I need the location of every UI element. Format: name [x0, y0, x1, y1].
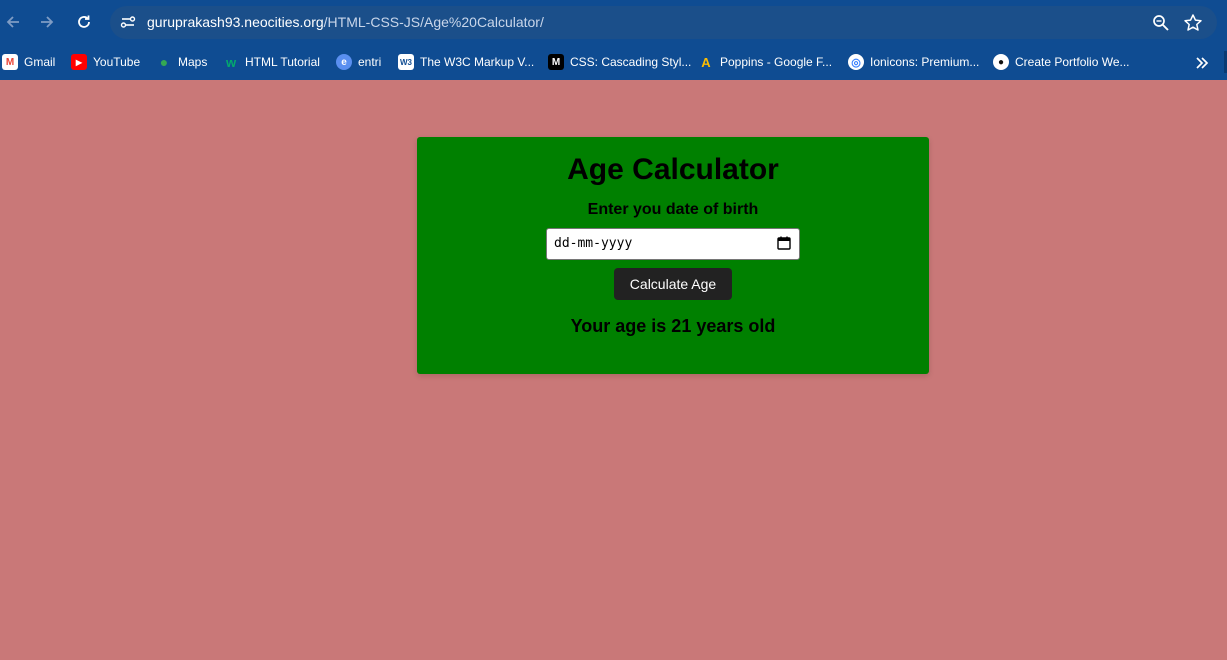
age-calculator-card: Age Calculator Enter you date of birth d…	[417, 137, 929, 374]
bookmark-portfolio[interactable]: ● Create Portfolio We...	[993, 53, 1130, 71]
age-result: Your age is 21 years old	[570, 316, 776, 336]
entri-icon: e	[336, 54, 352, 70]
address-bar[interactable]: guruprakash93.neocities.org/HTML-CSS-JS/…	[110, 6, 1217, 39]
bookmark-label: Gmail	[24, 55, 56, 69]
gmail-icon: M	[2, 54, 18, 70]
bookmark-poppins[interactable]: A Poppins - Google F...	[698, 53, 832, 71]
bookmarks-bar: M Gmail ▶ YouTube ● Maps w HTML Tutorial…	[0, 45, 1227, 80]
ionicons-icon: ◎	[848, 54, 864, 70]
bookmark-label: entri	[358, 55, 382, 69]
bookmark-entri[interactable]: e entri	[336, 53, 381, 71]
site-info-icon[interactable]	[118, 12, 138, 32]
forward-button[interactable]	[36, 11, 58, 33]
portfolio-icon: ●	[993, 54, 1009, 70]
google-fonts-icon: A	[701, 54, 711, 70]
bookmark-maps[interactable]: ● Maps	[156, 53, 208, 71]
w3schools-icon: w	[225, 54, 237, 70]
bookmark-label: Maps	[178, 55, 208, 69]
bookmark-label: The W3C Markup V...	[420, 55, 535, 69]
dob-date-input[interactable]: dd-mm-yyyy	[546, 228, 800, 260]
bookmark-mdn[interactable]: M CSS: Cascading Styl...	[548, 53, 691, 71]
bookmark-w3c[interactable]: W3 The W3C Markup V...	[398, 53, 534, 71]
zoom-icon[interactable]	[1151, 13, 1171, 33]
bookmark-ionicons[interactable]: ◎ Ionicons: Premium...	[848, 53, 979, 71]
bookmark-label: YouTube	[93, 55, 141, 69]
mdn-icon: M	[548, 54, 564, 70]
url-text[interactable]: guruprakash93.neocities.org/HTML-CSS-JS/…	[147, 14, 544, 30]
bookmark-gmail[interactable]: M Gmail	[2, 53, 55, 71]
double-chevron-right-icon	[1196, 57, 1209, 69]
calendar-icon[interactable]	[777, 236, 791, 250]
bookmark-youtube[interactable]: ▶ YouTube	[71, 53, 140, 71]
w3c-icon: W3	[398, 54, 414, 70]
dob-placeholder: dd-mm-yyyy	[554, 236, 633, 251]
bookmark-star-icon[interactable]	[1183, 13, 1203, 33]
reload-icon	[78, 15, 90, 28]
maps-icon: ●	[159, 54, 169, 70]
calculate-age-button[interactable]: Calculate Age	[614, 268, 732, 300]
page-title: Age Calculator	[567, 153, 779, 186]
back-button[interactable]	[2, 11, 24, 33]
forward-arrow-icon	[41, 16, 54, 28]
youtube-icon: ▶	[71, 54, 87, 70]
dob-label: Enter you date of birth	[587, 201, 759, 218]
bookmark-label: Poppins - Google F...	[720, 55, 833, 69]
bookmark-label: HTML Tutorial	[245, 55, 320, 69]
bookmark-label: Ionicons: Premium...	[870, 55, 980, 69]
bookmark-label: CSS: Cascading Styl...	[570, 55, 692, 69]
back-arrow-icon	[6, 16, 19, 28]
reload-button[interactable]	[73, 11, 95, 33]
bookmark-label: Create Portfolio We...	[1015, 55, 1130, 69]
bookmark-html-tutorial[interactable]: w HTML Tutorial	[223, 53, 320, 71]
url-path: /HTML-CSS-JS/Age%20Calculator/	[323, 14, 544, 30]
url-host: guruprakash93.neocities.org	[147, 14, 324, 30]
bookmarks-overflow-button[interactable]	[1193, 54, 1211, 72]
browser-toolbar: guruprakash93.neocities.org/HTML-CSS-JS/…	[0, 0, 1227, 45]
